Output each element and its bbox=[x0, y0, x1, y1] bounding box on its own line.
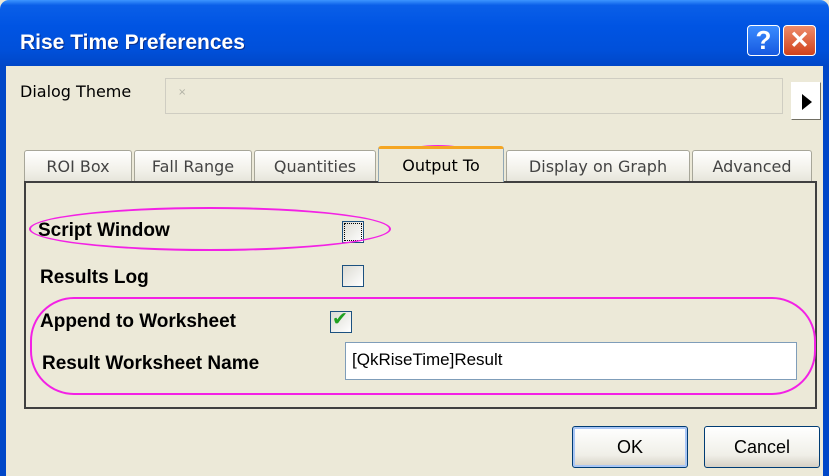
play-arrow-icon bbox=[802, 94, 812, 110]
theme-menu-button[interactable] bbox=[791, 82, 821, 120]
tab-label: Advanced bbox=[712, 157, 792, 176]
script-window-checkbox[interactable] bbox=[342, 221, 364, 243]
close-button[interactable]: ✕ bbox=[783, 25, 816, 56]
tab-label: ROI Box bbox=[46, 157, 110, 176]
append-to-worksheet-label: Append to Worksheet bbox=[40, 311, 236, 332]
dialog-theme-value: × bbox=[178, 87, 187, 98]
tab-label: Quantities bbox=[273, 157, 357, 176]
title-bar[interactable]: Rise Time Preferences ? ✕ bbox=[0, 0, 829, 66]
results-log-label: Results Log bbox=[40, 267, 149, 288]
result-worksheet-name-label: Result Worksheet Name bbox=[42, 353, 260, 374]
result-worksheet-name-input[interactable]: [QkRiseTime]Result bbox=[345, 342, 797, 380]
close-icon: ✕ bbox=[789, 27, 810, 54]
tab-label: Display on Graph bbox=[528, 157, 668, 176]
tab-quantities[interactable]: Quantities bbox=[254, 150, 376, 182]
dialog-theme-label: Dialog Theme bbox=[20, 82, 132, 101]
dialog-theme-combo[interactable]: × bbox=[165, 78, 783, 114]
tab-roi-box[interactable]: ROI Box bbox=[24, 150, 132, 182]
tab-display-on-graph[interactable]: Display on Graph bbox=[506, 150, 690, 182]
tab-advanced[interactable]: Advanced bbox=[692, 150, 812, 182]
help-button[interactable]: ? bbox=[747, 25, 780, 56]
tab-label: Fall Range bbox=[151, 157, 235, 176]
output-to-panel: Script Window Results Log Append to Work… bbox=[24, 181, 817, 409]
ok-button[interactable]: OK bbox=[572, 426, 688, 468]
window-border-right bbox=[823, 66, 829, 476]
tab-output-to[interactable]: Output To bbox=[378, 146, 504, 182]
window-title: Rise Time Preferences bbox=[20, 31, 245, 54]
tab-strip: ROI Box Fall Range Quantities Output To … bbox=[24, 144, 814, 182]
help-icon: ? bbox=[755, 25, 772, 55]
tab-label: Output To bbox=[402, 156, 480, 175]
tab-fall-range[interactable]: Fall Range bbox=[134, 150, 252, 182]
results-log-checkbox[interactable] bbox=[342, 265, 364, 287]
window-border-left bbox=[0, 66, 6, 476]
cancel-button[interactable]: Cancel bbox=[704, 426, 820, 468]
checkmark-icon: ✔ bbox=[332, 308, 348, 330]
append-to-worksheet-checkbox[interactable]: ✔ bbox=[330, 308, 352, 333]
script-window-label: Script Window bbox=[38, 220, 170, 241]
